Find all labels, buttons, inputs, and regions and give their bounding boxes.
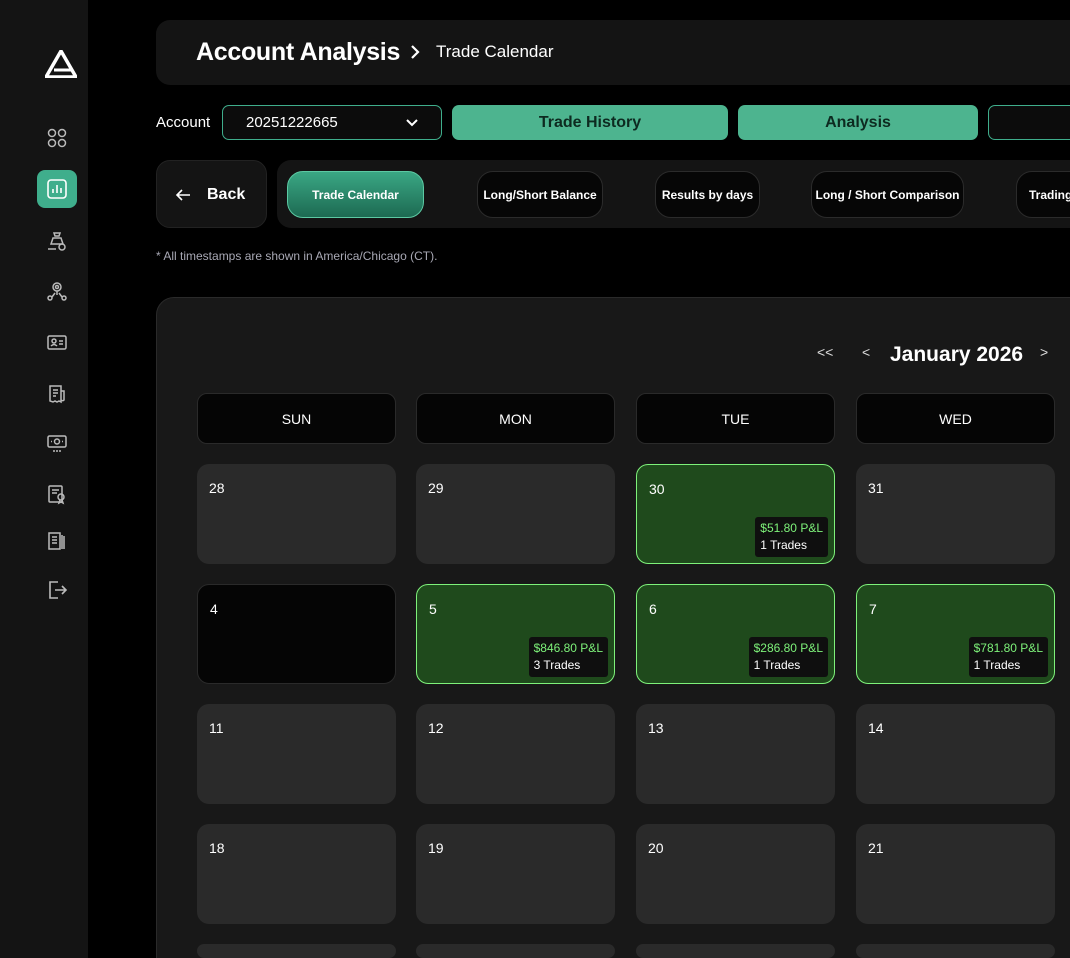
calendar-day[interactable]: 28: [197, 464, 396, 564]
day-number: 13: [648, 720, 664, 736]
day-summary: $286.80 P&L 1 Trades: [748, 637, 828, 677]
trade-history-button[interactable]: Trade History: [452, 105, 728, 140]
account-label: Account: [156, 114, 211, 131]
calendar-day[interactable]: [636, 944, 835, 958]
day-number: 6: [649, 601, 657, 617]
affiliate-icon[interactable]: [37, 272, 77, 310]
rules-icon[interactable]: [37, 375, 77, 413]
breadcrumb[interactable]: Trade Calendar: [436, 42, 554, 62]
logout-icon[interactable]: [37, 571, 77, 609]
calendar-day[interactable]: [197, 944, 396, 958]
arrow-left-icon: [175, 189, 190, 201]
chevron-right-icon: [411, 45, 420, 59]
weekday-header: WED: [856, 393, 1055, 444]
calendar-day[interactable]: 4: [197, 584, 396, 684]
weekday-header: TUE: [636, 393, 835, 444]
calendar-day[interactable]: 11: [197, 704, 396, 804]
calendar-day[interactable]: 14: [856, 704, 1055, 804]
tab-long-short-balance[interactable]: Long/Short Balance: [477, 171, 603, 218]
day-pnl: $781.80 P&L: [973, 641, 1043, 655]
page-header: Account Analysis Trade Calendar: [156, 20, 1070, 85]
payouts-icon[interactable]: [37, 222, 77, 260]
day-trades: 1 Trades: [753, 658, 801, 672]
account-select[interactable]: 20251222665: [222, 105, 442, 140]
day-number: 12: [428, 720, 444, 736]
day-number: 5: [429, 601, 437, 617]
day-number: 20: [648, 840, 664, 856]
brand-logo-icon: [45, 50, 77, 78]
calendar-day[interactable]: 13: [636, 704, 835, 804]
dashboard-icon[interactable]: [37, 119, 77, 157]
day-summary: $781.80 P&L 1 Trades: [968, 637, 1048, 677]
awards-icon[interactable]: [37, 475, 77, 513]
calendar-day-trade[interactable]: 5 $846.80 P&L 3 Trades: [416, 584, 615, 684]
calendar-day[interactable]: [416, 944, 615, 958]
day-summary: $846.80 P&L 3 Trades: [528, 637, 608, 677]
day-trades: 1 Trades: [760, 538, 807, 552]
day-number: 21: [868, 840, 884, 856]
day-pnl: $286.80 P&L: [753, 641, 823, 655]
tab-trading[interactable]: Trading: [1016, 171, 1070, 218]
day-pnl: $51.80 P&L: [760, 521, 823, 535]
calendar-day-trade[interactable]: 6 $286.80 P&L 1 Trades: [636, 584, 835, 684]
extra-action-button[interactable]: [988, 105, 1070, 140]
sidebar: [0, 0, 88, 958]
tab-results-by-days[interactable]: Results by days: [655, 171, 760, 218]
day-trades: 1 Trades: [973, 658, 1021, 672]
next-month-button[interactable]: >: [1040, 344, 1048, 360]
day-number: 19: [428, 840, 444, 856]
account-select-value: 20251222665: [246, 114, 338, 131]
profile-icon[interactable]: [37, 323, 77, 361]
back-label: Back: [207, 186, 246, 203]
calendar-day[interactable]: 12: [416, 704, 615, 804]
certificates-icon[interactable]: [37, 424, 77, 462]
calendar-day[interactable]: 18: [197, 824, 396, 924]
day-number: 31: [868, 480, 884, 496]
analysis-button[interactable]: Analysis: [738, 105, 978, 140]
calendar-day-trade[interactable]: 30 $51.80 P&L 1 Trades: [636, 464, 835, 564]
weekday-header: MON: [416, 393, 615, 444]
calendar-day[interactable]: 29: [416, 464, 615, 564]
back-button[interactable]: Back: [156, 160, 267, 228]
timezone-note: * All timestamps are shown in America/Ch…: [156, 249, 438, 263]
day-number: 7: [869, 601, 877, 617]
tab-trade-calendar[interactable]: Trade Calendar: [287, 171, 424, 218]
calendar-day[interactable]: 31: [856, 464, 1055, 564]
day-pnl: $846.80 P&L: [533, 641, 603, 655]
day-number: 18: [209, 840, 225, 856]
prev-month-button[interactable]: <: [862, 344, 870, 360]
day-summary: $51.80 P&L 1 Trades: [755, 517, 828, 557]
day-number: 30: [649, 481, 665, 497]
calendar-day[interactable]: 21: [856, 824, 1055, 924]
calendar-day[interactable]: 19: [416, 824, 615, 924]
day-trades: 3 Trades: [533, 658, 581, 672]
analysis-icon[interactable]: [37, 170, 77, 208]
day-number: 14: [868, 720, 884, 736]
day-number: 4: [210, 601, 218, 617]
calendar-month-title: January 2026: [890, 343, 1024, 366]
weekday-header: SUN: [197, 393, 396, 444]
page-title: Account Analysis: [196, 38, 401, 66]
chevron-down-icon: [406, 119, 418, 127]
day-number: 28: [209, 480, 225, 496]
calendar-day[interactable]: 20: [636, 824, 835, 924]
calendar-day-trade[interactable]: 7 $781.80 P&L 1 Trades: [856, 584, 1055, 684]
docs-icon[interactable]: [37, 522, 77, 560]
tab-long-short-comparison[interactable]: Long / Short Comparison: [811, 171, 964, 218]
day-number: 29: [428, 480, 444, 496]
prev-year-button[interactable]: <<: [817, 344, 833, 360]
day-number: 11: [209, 720, 224, 736]
calendar-day[interactable]: [856, 944, 1055, 958]
